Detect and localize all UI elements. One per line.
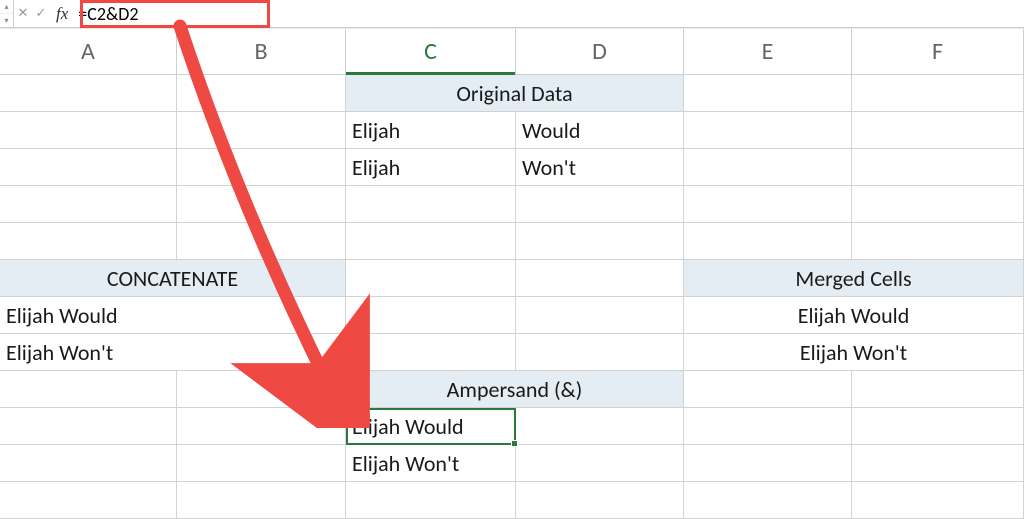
cell-E5[interactable] (684, 223, 852, 260)
column-header-F[interactable]: F (852, 29, 1024, 74)
confirm-icon[interactable]: ✓ (32, 0, 50, 28)
header-concatenate[interactable]: CONCATENATE (0, 260, 346, 297)
cell-A11[interactable] (0, 445, 177, 482)
cell-A4[interactable] (0, 186, 177, 223)
cell-D10[interactable] (516, 408, 684, 445)
stepper-up-icon[interactable]: ▴ (0, 0, 13, 14)
cell-F12[interactable] (852, 482, 1024, 519)
cell-A5[interactable] (0, 223, 177, 260)
header-merged-cells[interactable]: Merged Cells (684, 260, 1024, 297)
column-header-D[interactable]: D (516, 29, 684, 74)
formula-input[interactable] (74, 0, 1024, 27)
cell-B12[interactable] (177, 482, 346, 519)
header-ampersand[interactable]: Ampersand (&) (346, 371, 684, 408)
cell-C8[interactable] (346, 334, 516, 371)
cell-B10[interactable] (177, 408, 346, 445)
cell-A9[interactable] (0, 371, 177, 408)
column-header-A[interactable]: A (0, 29, 177, 74)
cell-E3[interactable] (684, 149, 852, 186)
cell-D2[interactable]: Would (516, 112, 684, 149)
cell-E1[interactable] (684, 75, 852, 112)
cell-E12[interactable] (684, 482, 852, 519)
cell-D12[interactable] (516, 482, 684, 519)
formula-bar: ▴ ▾ ✕ ✓ fx (0, 0, 1024, 28)
cell-A8[interactable]: Elijah Won't (0, 334, 346, 371)
cell-E11[interactable] (684, 445, 852, 482)
cell-B11[interactable] (177, 445, 346, 482)
cell-E8[interactable]: Elijah Won't (684, 334, 1024, 371)
cell-E4[interactable] (684, 186, 852, 223)
cell-D7[interactable] (516, 297, 684, 334)
spreadsheet-grid[interactable]: Original Data Elijah Would Elijah Won't … (0, 75, 1024, 519)
cell-D4[interactable] (516, 186, 684, 223)
cell-B3[interactable] (177, 149, 346, 186)
column-header-C[interactable]: C (346, 29, 516, 74)
cell-C3[interactable]: Elijah (346, 149, 516, 186)
cell-F10[interactable] (852, 408, 1024, 445)
cell-C7[interactable] (346, 297, 516, 334)
cell-C2[interactable]: Elijah (346, 112, 516, 149)
cell-E10[interactable] (684, 408, 852, 445)
cell-E9[interactable] (684, 371, 852, 408)
cell-C12[interactable] (346, 482, 516, 519)
cell-F2[interactable] (852, 112, 1024, 149)
cell-A10[interactable] (0, 408, 177, 445)
cell-B4[interactable] (177, 186, 346, 223)
cell-B1[interactable] (177, 75, 346, 112)
cell-C4[interactable] (346, 186, 516, 223)
cell-A1[interactable] (0, 75, 177, 112)
column-header-E[interactable]: E (684, 29, 852, 74)
row-stepper[interactable]: ▴ ▾ (0, 0, 14, 27)
cell-D3[interactable]: Won't (516, 149, 684, 186)
cell-A2[interactable] (0, 112, 177, 149)
cell-F1[interactable] (852, 75, 1024, 112)
cell-F3[interactable] (852, 149, 1024, 186)
cell-D5[interactable] (516, 223, 684, 260)
cell-D11[interactable] (516, 445, 684, 482)
column-header-B[interactable]: B (177, 29, 346, 74)
cell-D8[interactable] (516, 334, 684, 371)
header-original-data[interactable]: Original Data (346, 75, 684, 112)
cell-E2[interactable] (684, 112, 852, 149)
cell-A12[interactable] (0, 482, 177, 519)
cell-B5[interactable] (177, 223, 346, 260)
cell-B2[interactable] (177, 112, 346, 149)
cell-F5[interactable] (852, 223, 1024, 260)
cell-F9[interactable] (852, 371, 1024, 408)
cell-A3[interactable] (0, 149, 177, 186)
cell-C10[interactable]: Elijah Would (346, 408, 516, 445)
stepper-down-icon[interactable]: ▾ (0, 14, 13, 27)
cell-F4[interactable] (852, 186, 1024, 223)
cell-D6[interactable] (516, 260, 684, 297)
column-header-row: A B C D E F (0, 28, 1024, 75)
cell-C6[interactable] (346, 260, 516, 297)
cell-C11[interactable]: Elijah Won't (346, 445, 516, 482)
cancel-icon[interactable]: ✕ (14, 0, 32, 28)
cell-C5[interactable] (346, 223, 516, 260)
fx-icon[interactable]: fx (50, 4, 74, 24)
cell-A7[interactable]: Elijah Would (0, 297, 346, 334)
cell-F11[interactable] (852, 445, 1024, 482)
cell-B9[interactable] (177, 371, 346, 408)
cell-E7[interactable]: Elijah Would (684, 297, 1024, 334)
